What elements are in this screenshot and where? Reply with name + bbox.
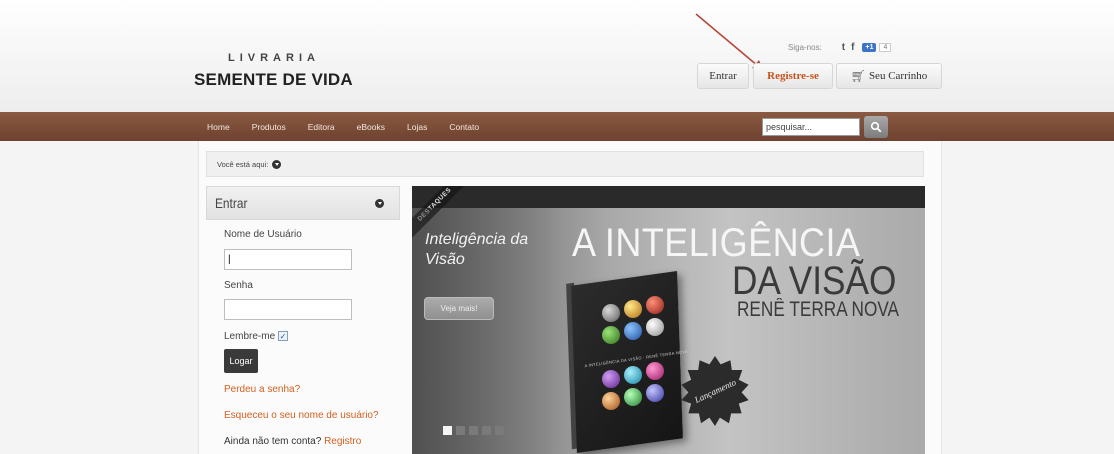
cart-icon: 🛒︎: [850, 68, 866, 83]
logo-top-text: LIVRARIA: [228, 52, 320, 64]
book-gem-6: [646, 318, 664, 336]
username-field[interactable]: [224, 249, 352, 270]
register-button[interactable]: Registre-se: [753, 63, 833, 89]
slide-caption: Inteligência da Visão: [425, 231, 529, 268]
collapse-icon[interactable]: [375, 199, 384, 208]
site-logo[interactable]: LIVRARIA SEMENTE DE VIDA: [194, 52, 353, 90]
see-more-button[interactable]: Veja mais!: [424, 297, 494, 320]
nav-item-home[interactable]: Home: [207, 122, 230, 132]
slide-author: RENÊ TERRA NOVA: [737, 298, 900, 321]
slide-dot-4[interactable]: [482, 426, 491, 435]
search-icon: [870, 121, 882, 133]
header-background: [0, 0, 1114, 112]
main-navigation: Home Produtos Editora eBooks Lojas Conta…: [0, 112, 1114, 141]
book-gem-4: [602, 326, 620, 344]
cart-label: Seu Carrinho: [868, 70, 928, 82]
slide-dot-5[interactable]: [495, 426, 504, 435]
password-label: Senha: [224, 280, 253, 291]
breadcrumb: Você está aqui:: [206, 151, 924, 177]
nav-item-editora[interactable]: Editora: [308, 122, 335, 132]
book-gem-3: [646, 296, 664, 314]
register-link[interactable]: Registro: [324, 436, 361, 447]
login-panel-header[interactable]: Entrar: [206, 186, 400, 220]
twitter-icon[interactable]: t: [842, 42, 845, 53]
slide-dot-3[interactable]: [469, 426, 478, 435]
slide-dot-2[interactable]: [456, 426, 465, 435]
cart-button[interactable]: 🛒︎ Seu Carrinho: [836, 63, 942, 89]
slider-top-bar: [412, 186, 925, 208]
slider-pagination: ›: [443, 423, 513, 437]
google-plus-count: 4: [879, 43, 892, 52]
nav-item-ebooks[interactable]: eBooks: [357, 122, 385, 132]
social-links: Siga-nos: t f +1 4: [788, 42, 892, 53]
launch-seal-text: Lançamento: [692, 377, 738, 405]
book-gem-1: [602, 304, 620, 322]
no-account-text: Ainda não tem conta?: [224, 436, 322, 447]
google-plus-button[interactable]: +1: [862, 43, 877, 52]
book-gem-12: [646, 384, 664, 402]
remember-label: Lembre-me: [224, 331, 276, 342]
featured-slider[interactable]: DESTAQUES Inteligência da Visão Veja mai…: [412, 186, 925, 454]
nav-item-contato[interactable]: Contato: [449, 122, 479, 132]
login-panel-title: Entrar: [215, 195, 248, 211]
logar-button[interactable]: Logar: [224, 349, 258, 373]
nav-item-lojas[interactable]: Lojas: [407, 122, 427, 132]
social-label: Siga-nos:: [788, 43, 822, 52]
book-gem-9: [646, 362, 664, 380]
book-gem-10: [602, 392, 620, 410]
chevron-down-icon[interactable]: [272, 159, 282, 169]
forgot-username-link[interactable]: Esqueceu o seu nome de usuário?: [224, 410, 379, 421]
book-gem-8: [624, 366, 642, 384]
username-label: Nome de Usuário: [224, 229, 302, 240]
chevron-right-icon[interactable]: ›: [508, 423, 513, 437]
breadcrumb-label: Você está aqui:: [217, 159, 269, 169]
logo-bottom-text: SEMENTE DE VIDA: [194, 70, 353, 89]
search-button[interactable]: [864, 116, 888, 138]
facebook-icon[interactable]: f: [851, 42, 854, 53]
book-gem-11: [624, 388, 642, 406]
book-gem-7: [602, 370, 620, 388]
password-field[interactable]: [224, 299, 352, 320]
remember-checkbox[interactable]: ✓: [278, 331, 288, 341]
register-prompt: Ainda não tem conta? Registro: [224, 436, 361, 447]
launch-seal: Lançamento: [681, 356, 749, 426]
search-input[interactable]: [762, 118, 860, 136]
nav-item-produtos[interactable]: Produtos: [252, 122, 286, 132]
book-gem-2: [624, 300, 642, 318]
book-gem-5: [624, 322, 642, 340]
slide-dot-1[interactable]: [443, 426, 452, 435]
login-button[interactable]: Entrar: [697, 63, 749, 89]
forgot-password-link[interactable]: Perdeu a senha?: [224, 384, 300, 395]
